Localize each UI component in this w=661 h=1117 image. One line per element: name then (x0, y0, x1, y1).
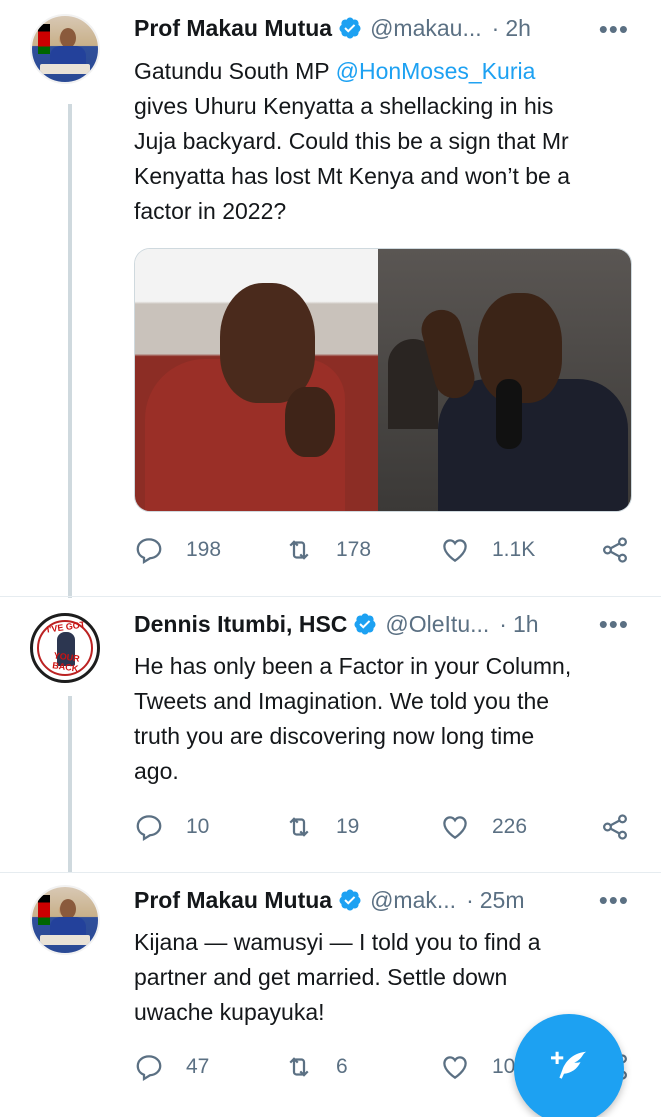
share-button[interactable] (600, 532, 630, 568)
more-options-icon[interactable]: ••• (599, 609, 629, 640)
share-icon (602, 814, 628, 840)
retweet-icon (289, 540, 309, 560)
reply-button[interactable]: 47 (134, 1049, 209, 1085)
share-icon (602, 537, 628, 563)
text-line: ago. (134, 758, 179, 784)
retweet-button[interactable]: 178 (284, 532, 371, 568)
tweet-time[interactable]: 25m (480, 887, 525, 914)
separator-dot: · (499, 610, 507, 637)
text-line: partner and get married. Settle down (134, 964, 508, 990)
reply-icon (136, 1055, 162, 1082)
text-line: He has only been a Factor in your Column… (134, 653, 572, 679)
text-line: Juja backyard. Could this be a sign that… (134, 128, 569, 154)
tweet-header: Prof Makau Mutua @makau... · 2h (134, 13, 531, 43)
separator-dot: · (491, 14, 500, 41)
author-handle[interactable]: @mak... (370, 887, 456, 914)
author-handle[interactable]: @makau... (370, 15, 482, 42)
tweet-header: Prof Makau Mutua @mak... · 25m (134, 885, 524, 915)
reply-icon (136, 815, 162, 842)
tweet-text: He has only been a Factor in your Column… (134, 649, 634, 789)
author-handle[interactable]: @OleItu... (385, 611, 489, 638)
heart-icon (443, 539, 467, 562)
tweet-time[interactable]: 1h (513, 611, 539, 638)
tweet-actions: 198 178 1.1K (134, 532, 634, 568)
text-line: Gatundu South MP (134, 58, 336, 84)
text-line: Tweets and Imagination. We told you the (134, 688, 550, 714)
like-button[interactable]: 226 (440, 809, 527, 845)
tweet-time[interactable]: 2h (505, 15, 531, 42)
photo-left[interactable] (135, 249, 378, 511)
like-button[interactable]: 1.1K (440, 532, 535, 568)
reply-count: 47 (186, 1055, 210, 1078)
verified-badge-icon (354, 613, 376, 635)
retweet-button[interactable]: 19 (284, 809, 359, 845)
author-name[interactable]: Dennis Itumbi, HSC (134, 611, 347, 638)
tweet[interactable]: Prof Makau Mutua @makau... · 2h ••• Gatu… (0, 0, 661, 595)
tweet-media-image[interactable] (134, 248, 632, 512)
verified-badge-icon (339, 889, 361, 911)
reply-icon (136, 538, 162, 565)
retweet-count: 6 (336, 1055, 348, 1078)
verified-badge-icon (339, 17, 361, 39)
like-count: 1.1K (492, 538, 536, 561)
text-line: factor in 2022? (134, 198, 287, 224)
like-button[interactable]: 10 (440, 1049, 515, 1085)
retweet-count: 178 (336, 538, 372, 561)
reply-count: 10 (186, 815, 210, 838)
photo-right[interactable] (378, 249, 631, 511)
tweet-actions: 10 19 226 (134, 809, 634, 845)
avatar[interactable] (30, 14, 100, 84)
retweet-icon (289, 1057, 309, 1077)
compose-tweet-icon (550, 1051, 587, 1079)
retweet-count: 19 (336, 815, 360, 838)
mention-link[interactable]: @HonMoses_Kuria (336, 58, 536, 84)
avatar[interactable]: I'VE GOT YOUR BACK (30, 613, 100, 683)
heart-icon (443, 1056, 467, 1079)
tweet-header: Dennis Itumbi, HSC @OleItu... · 1h (134, 609, 539, 639)
avatar[interactable] (30, 885, 100, 955)
retweet-icon (289, 817, 309, 837)
reply-count: 198 (186, 538, 222, 561)
reply-button[interactable]: 10 (134, 809, 209, 845)
tweet[interactable]: I'VE GOT YOUR BACK Dennis Itumbi, HSC @O… (0, 597, 661, 872)
separator-dot: · (466, 886, 474, 913)
author-name[interactable]: Prof Makau Mutua (134, 15, 332, 42)
compose-tweet-button[interactable] (514, 1014, 624, 1117)
reply-button[interactable]: 198 (134, 532, 221, 568)
tweet-text: Gatundu South MP @HonMoses_Kuria gives U… (134, 54, 634, 229)
more-options-icon[interactable]: ••• (599, 14, 629, 45)
more-options-icon[interactable]: ••• (599, 885, 629, 916)
author-name[interactable]: Prof Makau Mutua (134, 887, 332, 914)
text-line: gives Uhuru Kenyatta a shellacking in hi… (134, 93, 554, 119)
text-line: Kenyatta has lost Mt Kenya and won’t be … (134, 163, 570, 189)
retweet-button[interactable]: 6 (284, 1049, 348, 1085)
like-count: 226 (492, 815, 528, 838)
text-line: truth you are discovering now long time (134, 723, 535, 749)
like-count: 10 (492, 1055, 516, 1078)
heart-icon (443, 816, 467, 839)
text-line: Kijana — wamusyi — I told you to find a (134, 929, 541, 955)
share-button[interactable] (600, 809, 630, 845)
